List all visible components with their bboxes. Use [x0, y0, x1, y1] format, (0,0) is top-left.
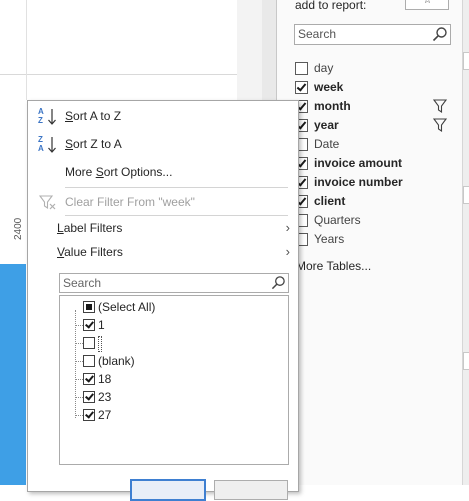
filter-value-item[interactable]: 18: [60, 370, 280, 388]
gutter-marker: [463, 52, 469, 70]
gutter-marker: [463, 186, 469, 204]
label-filters-label: Label Filters: [57, 221, 123, 235]
value-search-input[interactable]: Search: [59, 273, 289, 293]
filter-value-label: (blank): [98, 354, 135, 368]
filter-value-item[interactable]: 23: [60, 388, 280, 406]
tools-gear-icon: ☆: [423, 0, 432, 6]
more-sort-options-label: More Sort Options...: [65, 165, 173, 179]
field-label: month: [314, 99, 351, 113]
sort-a-to-z-item[interactable]: A Z Sort A to Z: [28, 103, 298, 129]
filter-value-label: 18: [98, 372, 112, 386]
field-item[interactable]: client: [295, 192, 469, 211]
filter-value-checkbox[interactable]: [83, 355, 95, 367]
filter-value-checkbox[interactable]: [83, 391, 95, 403]
tree-connector: [76, 343, 83, 344]
ok-button[interactable]: [130, 479, 206, 501]
value-filters-label: Value Filters: [57, 245, 123, 259]
field-list: day week month year Date invoice amount invoic…: [295, 59, 469, 249]
tree-connector: [76, 415, 83, 416]
menu-separator: [65, 187, 288, 188]
field-item[interactable]: year: [295, 116, 469, 135]
focus-indicator: [98, 336, 102, 352]
clear-filter-label: Clear Filter From "week": [65, 195, 195, 209]
tree-connector: [76, 325, 83, 326]
filter-value-checkbox[interactable]: [83, 319, 95, 331]
filter-value-label: 27: [98, 408, 112, 422]
search-icon[interactable]: [271, 275, 286, 290]
filter-value-label: 1: [98, 318, 105, 332]
clear-filter-icon: [39, 195, 56, 210]
filter-value-checkbox[interactable]: [83, 373, 95, 385]
chart-gridline: [26, 0, 27, 100]
field-checkbox[interactable]: [295, 81, 308, 94]
filter-icon[interactable]: [433, 118, 447, 132]
tools-button[interactable]: ☆: [405, 0, 449, 10]
chart-border-line: [0, 74, 262, 75]
clear-filter-item[interactable]: Clear Filter From "week": [28, 189, 298, 215]
sort-z-to-a-label: Sort Z to A: [65, 137, 122, 151]
filter-value-item[interactable]: 27: [60, 406, 280, 424]
more-tables-link[interactable]: More Tables...: [296, 259, 371, 273]
chart-bar[interactable]: [0, 264, 26, 485]
field-search-placeholder: Search: [298, 27, 337, 41]
more-sort-options-item[interactable]: More Sort Options...: [28, 159, 298, 185]
field-checkbox[interactable]: [295, 62, 308, 75]
tree-connector: [76, 361, 83, 362]
filter-value-label: 23: [98, 390, 112, 404]
field-item[interactable]: week: [295, 78, 469, 97]
field-item[interactable]: Years: [295, 230, 469, 249]
filter-dropdown: A Z Sort A to Z Z A Sort Z to A More Sor…: [27, 100, 299, 501]
field-item[interactable]: invoice number: [295, 173, 469, 192]
field-label: Date: [314, 137, 340, 151]
field-label: invoice amount: [314, 156, 403, 170]
filter-value-checkbox[interactable]: [83, 337, 95, 349]
field-label: week: [314, 80, 344, 94]
field-item[interactable]: Quarters: [295, 211, 469, 230]
cancel-button[interactable]: [214, 480, 288, 500]
field-item[interactable]: day: [295, 59, 469, 78]
field-search-input[interactable]: Search: [294, 24, 451, 45]
pivot-field-list-pane: add to report: ☆ Search day week month year…: [277, 0, 462, 485]
tree-connector: [76, 379, 83, 380]
sort-descending-icon: Z A: [37, 136, 59, 154]
sort-a-to-z-label: Sort A to Z: [65, 109, 122, 123]
chevron-right-icon: ›: [285, 244, 290, 259]
sort-z-to-a-item[interactable]: Z A Sort Z to A: [28, 131, 298, 157]
label-filters-item[interactable]: Label Filters ›: [28, 215, 298, 241]
filter-values-list[interactable]: (Select All) 1 (blank) 18 23 27: [59, 295, 289, 465]
value-search-placeholder: Search: [63, 276, 102, 290]
field-item[interactable]: month: [295, 97, 469, 116]
filter-value-item[interactable]: [60, 334, 280, 352]
field-label: Years: [314, 232, 345, 246]
field-label: day: [314, 61, 334, 75]
sort-ascending-icon: A Z: [37, 108, 59, 126]
field-item[interactable]: invoice amount: [295, 154, 469, 173]
field-label: client: [314, 194, 346, 208]
filter-value-label: (Select All): [98, 300, 156, 314]
tree-connector: [76, 397, 83, 398]
field-label: invoice number: [314, 175, 403, 189]
chevron-right-icon: ›: [285, 220, 290, 235]
filter-value-item[interactable]: (Select All): [60, 298, 280, 316]
filter-value-checkbox[interactable]: [83, 301, 95, 313]
value-filters-item[interactable]: Value Filters ›: [28, 239, 298, 265]
filter-value-checkbox[interactable]: [83, 409, 95, 421]
search-icon[interactable]: [432, 26, 448, 42]
gutter-marker: [463, 352, 469, 370]
filter-value-item[interactable]: (blank): [60, 352, 280, 370]
axis-tick-label: 2400: [13, 217, 24, 240]
field-item[interactable]: Date: [295, 135, 469, 154]
add-to-report-heading: add to report:: [295, 0, 367, 12]
filter-value-item[interactable]: 1: [60, 316, 280, 334]
field-label: Quarters: [314, 213, 361, 227]
filter-icon[interactable]: [433, 99, 447, 113]
pane-right-gutter: [462, 0, 469, 485]
field-label: year: [314, 118, 339, 132]
